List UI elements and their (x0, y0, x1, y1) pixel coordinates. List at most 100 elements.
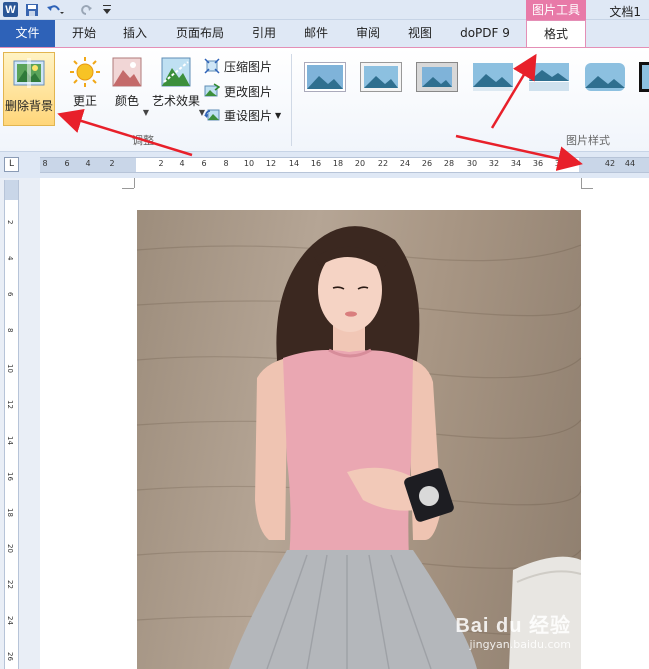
ruler-tick-label: 8 (42, 159, 48, 168)
artistic-effects-icon (161, 57, 191, 87)
ruler-tick-label: 18 (332, 159, 344, 168)
change-picture-button[interactable]: 更改图片 (204, 81, 272, 101)
horizontal-ruler-area: L 8 6 4 2 2 4 6 8 10 12 14 16 18 20 22 24 26 28 30 32 34 36 38… (0, 152, 649, 178)
vertical-ruler-tick-label: 18 (6, 508, 14, 517)
ruler-tick-label: 10 (243, 159, 255, 168)
vertical-ruler-tick-label: 24 (6, 616, 14, 625)
word-logo-icon: W (3, 2, 18, 17)
ruler-tick-label: 32 (488, 159, 500, 168)
compress-pictures-button[interactable]: 压缩图片 (204, 56, 272, 76)
tab-page-layout[interactable]: 页面布局 (168, 20, 232, 47)
remove-background-label: 删除背景 (4, 99, 53, 113)
tab-mailings[interactable]: 邮件 (294, 20, 338, 47)
ruler-tick-label: 12 (265, 159, 277, 168)
picture-style-thick-frame[interactable] (416, 62, 458, 92)
color-label: 颜色 (114, 94, 139, 108)
document-workspace: 2 4 6 8 10 12 14 16 18 20 22 24 26 Bai d… (0, 178, 649, 669)
ruler-tick-label: 22 (377, 159, 389, 168)
redo-icon[interactable] (78, 2, 94, 18)
ruler-tick-label: 24 (399, 159, 411, 168)
tab-home[interactable]: 开始 (62, 20, 106, 47)
vertical-ruler-tick-label: 20 (6, 544, 14, 553)
corrections-sun-icon (70, 57, 100, 87)
picture-style-rounded[interactable] (584, 62, 626, 92)
picture-style-soft-edge[interactable] (472, 62, 514, 92)
vertical-ruler-tick-label: 8 (6, 328, 14, 333)
change-picture-icon (204, 83, 220, 97)
picture-style-reflection[interactable] (528, 62, 570, 92)
tab-review[interactable]: 审阅 (346, 20, 390, 47)
ruler-tick-label: 6 (201, 159, 207, 168)
vertical-ruler-tick-label: 12 (6, 400, 14, 409)
ruler-tick-label: 6 (64, 159, 70, 168)
ribbon-tab-bar: 文件 开始 插入 页面布局 引用 邮件 审阅 视图 doPDF 9 图片工具 格… (0, 0, 649, 48)
vertical-ruler-tick-label: 14 (6, 436, 14, 445)
watermark-logo: Bai du 经验 (455, 615, 571, 637)
inserted-photo[interactable]: Bai du 经验 jingyan.baidu.com (137, 210, 581, 669)
undo-icon[interactable] (46, 2, 64, 18)
picture-style-beveled[interactable] (360, 62, 402, 92)
group-separator (291, 54, 292, 146)
picture-tools-header: 图片工具 (526, 0, 586, 20)
reset-picture-button[interactable]: 重设图片 ▼ (204, 105, 281, 125)
tab-selector-button[interactable]: L (4, 157, 19, 172)
vertical-ruler[interactable]: 2 4 6 8 10 12 14 16 18 20 22 24 26 (4, 180, 19, 669)
ruler-tick-label: 30 (466, 159, 478, 168)
vertical-ruler-tick-label: 6 (6, 292, 14, 297)
baidu-watermark: Bai du 经验 jingyan.baidu.com (455, 609, 571, 651)
tab-references[interactable]: 引用 (242, 20, 286, 47)
crop-mark (122, 188, 134, 189)
compress-icon (204, 58, 220, 74)
vertical-ruler-tick-label: 2 (6, 220, 14, 225)
crop-mark (581, 188, 593, 189)
artistic-effects-button[interactable]: 艺术效果 ▼ (150, 56, 205, 122)
crop-mark (581, 178, 582, 188)
horizontal-ruler[interactable]: 8 6 4 2 2 4 6 8 10 12 14 16 18 20 22 24 26 28 30 32 34 36 38 42… (40, 157, 649, 173)
ruler-tick-label: 2 (158, 159, 164, 168)
adjust-group-label: 调整 (132, 134, 154, 147)
corrections-label: 更正 (72, 94, 97, 108)
reset-picture-label: 重设图片 (224, 108, 273, 123)
customize-quick-access-icon[interactable] (100, 2, 114, 18)
tab-file[interactable]: 文件 (0, 20, 55, 47)
ruler-tick-label: 34 (510, 159, 522, 168)
ruler-tick-label: 38 (554, 159, 566, 168)
ruler-tick-label: 4 (85, 159, 91, 168)
ruler-tick-label: 16 (310, 159, 322, 168)
watermark-url: jingyan.baidu.com (469, 638, 571, 651)
color-picture-icon (112, 57, 142, 87)
vertical-ruler-top-margin (5, 180, 18, 200)
word-window: W 文档1 文件 开始 插入 页面布局 引用 邮件 审阅 视图 doPDF 9 … (0, 0, 649, 669)
ruler-tick-label: 26 (421, 159, 433, 168)
color-button[interactable]: 颜色 ▼ (108, 56, 149, 122)
picture-style-black-frame[interactable] (639, 62, 649, 92)
tab-format[interactable]: 格式 (526, 20, 586, 48)
photo-illustration (137, 226, 581, 669)
vertical-ruler-tick-label: 26 (6, 652, 14, 661)
remove-background-icon (13, 58, 45, 88)
picture-style-simple-frame[interactable] (304, 62, 346, 92)
tab-dopdf[interactable]: doPDF 9 (450, 20, 520, 47)
vertical-ruler-tick-label: 4 (6, 256, 14, 261)
reset-picture-dropdown-icon[interactable]: ▼ (275, 111, 281, 120)
ruler-tick-label: 44 (624, 159, 636, 168)
tab-view[interactable]: 视图 (398, 20, 442, 47)
ribbon-panel: 删除背景 更正 颜色 ▼ 艺术效果 ▼ 压缩图片 更改图片 重设图片 ▼ 调整 … (0, 47, 649, 152)
ruler-tick-label: 36 (532, 159, 544, 168)
ruler-tick-label: 14 (288, 159, 300, 168)
picture-styles-group-label: 图片样式 (566, 134, 610, 147)
vertical-ruler-tick-label: 22 (6, 580, 14, 589)
document-title: 文档1 (609, 5, 641, 19)
vertical-ruler-tick-label: 10 (6, 364, 14, 373)
artistic-effects-label: 艺术效果 (151, 94, 200, 108)
ruler-tick-label: 28 (443, 159, 455, 168)
remove-background-button[interactable]: 删除背景 (3, 52, 55, 126)
ruler-tick-label: 20 (354, 159, 366, 168)
document-page[interactable]: Bai du 经验 jingyan.baidu.com (40, 178, 649, 669)
tab-insert[interactable]: 插入 (113, 20, 157, 47)
corrections-button[interactable]: 更正 (66, 56, 104, 122)
change-picture-label: 更改图片 (224, 84, 273, 99)
save-icon[interactable] (24, 2, 40, 18)
ruler-tick-label: 8 (223, 159, 229, 168)
reset-picture-icon (204, 109, 220, 121)
